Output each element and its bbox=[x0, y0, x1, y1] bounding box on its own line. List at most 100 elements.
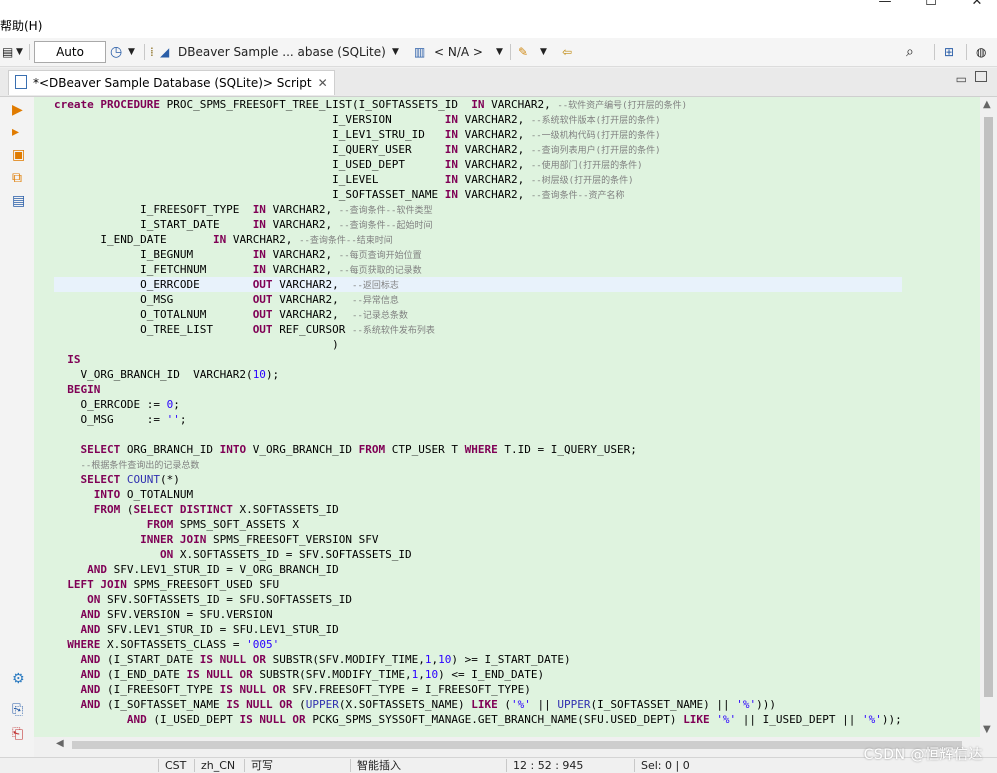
code-token: (I_SOFTASSET_NAME bbox=[107, 698, 227, 711]
pin-icon[interactable]: ⇦ bbox=[562, 43, 572, 61]
code-line[interactable]: I_LEVEL IN VARCHAR2, --树层级(打开层的条件) bbox=[54, 172, 902, 187]
close-window-button[interactable]: ✕ bbox=[962, 0, 992, 14]
code-line[interactable]: I_LEV1_STRU_ID IN VARCHAR2, --一级机构代码(打开层… bbox=[54, 127, 902, 142]
sql-code[interactable]: create PROCEDURE PROC_SPMS_FREESOFT_TREE… bbox=[54, 97, 902, 727]
code-line[interactable]: I_FREESOFT_TYPE IN VARCHAR2, --查询条件--软件类… bbox=[54, 202, 902, 217]
code-line[interactable]: LEFT JOIN SPMS_FREESOFT_USED SFU bbox=[54, 577, 902, 592]
code-line[interactable] bbox=[54, 427, 902, 442]
code-line[interactable]: I_QUERY_USER IN VARCHAR2, --查询列表用户(打开层的条… bbox=[54, 142, 902, 157]
minimize-editor-button[interactable]: ▭ bbox=[956, 72, 967, 86]
code-line[interactable]: O_ERRCODE := 0; bbox=[54, 397, 902, 412]
code-comment: --查询列表用户(打开层的条件) bbox=[530, 146, 661, 156]
code-line[interactable]: V_ORG_BRANCH_ID VARCHAR2(10); bbox=[54, 367, 902, 382]
output-icon[interactable]: ⎗ bbox=[12, 727, 23, 741]
code-line[interactable]: O_TREE_LIST OUT REF_CURSOR --系统软件发布列表 bbox=[54, 322, 902, 337]
code-line[interactable]: FROM SPMS_SOFT_ASSETS X bbox=[54, 517, 902, 532]
code-line[interactable]: ) bbox=[54, 337, 902, 352]
code-line[interactable]: I_FETCHNUM IN VARCHAR2, --每页获取的记录数 bbox=[54, 262, 902, 277]
chevron-down-icon[interactable]: ▼ bbox=[128, 43, 135, 61]
code-token: I_FETCHNUM bbox=[54, 263, 253, 276]
datasource-selector[interactable]: DBeaver Sample ... abase (SQLite) bbox=[178, 43, 386, 61]
status-timezone: CST bbox=[158, 759, 186, 772]
vertical-scrollbar[interactable]: ▲ ▼ bbox=[980, 97, 997, 737]
scroll-down-icon[interactable]: ▼ bbox=[983, 724, 991, 735]
settings-gear-icon[interactable]: ⚙ bbox=[12, 672, 25, 686]
commit-mode-selector[interactable]: Auto bbox=[34, 41, 106, 63]
chevron-down-icon[interactable]: ▼ bbox=[496, 43, 503, 61]
code-token: ( bbox=[126, 503, 134, 516]
maximize-button[interactable]: ☐ bbox=[916, 0, 946, 14]
code-line[interactable]: I_USED_DEPT IN VARCHAR2, --使用部门(打开层的条件) bbox=[54, 157, 902, 172]
database-icon[interactable]: ▤ bbox=[2, 43, 13, 61]
code-token: I_FREESOFT_TYPE bbox=[54, 203, 253, 216]
code-line[interactable]: IS bbox=[54, 352, 902, 367]
code-line[interactable]: O_MSG OUT VARCHAR2, --异常信息 bbox=[54, 292, 902, 307]
code-line[interactable]: I_VERSION IN VARCHAR2, --系统软件版本(打开层的条件) bbox=[54, 112, 902, 127]
code-token: VARCHAR2, bbox=[464, 173, 531, 186]
code-line[interactable]: FROM (SELECT DISTINCT X.SOFTASSETS_ID bbox=[54, 502, 902, 517]
code-token: PROC_SPMS_FREESOFT_TREE_LIST(I_SOFTASSET… bbox=[166, 98, 472, 111]
execute-script-icon[interactable]: ▣ bbox=[12, 148, 25, 162]
code-line[interactable]: ON X.SOFTASSETS_ID = SFV.SOFTASSETS_ID bbox=[54, 547, 902, 562]
code-line[interactable]: SELECT COUNT(*) bbox=[54, 472, 902, 487]
code-line[interactable]: --根据条件查询出的记录总数 bbox=[54, 457, 902, 472]
vertical-scroll-thumb[interactable] bbox=[984, 117, 993, 697]
history-icon[interactable]: ◷ bbox=[110, 43, 122, 61]
toolbar-separator bbox=[510, 44, 511, 60]
code-line[interactable]: AND SFV.LEV1_STUR_ID = SFU.LEV1_STUR_ID bbox=[54, 622, 902, 637]
execute-statement-icon[interactable]: ▶ bbox=[12, 103, 23, 117]
close-tab-icon[interactable]: ✕ bbox=[318, 76, 328, 90]
code-line[interactable]: I_START_DATE IN VARCHAR2, --查询条件--起始时间 bbox=[54, 217, 902, 232]
code-token: V_ORG_BRANCH_ID bbox=[252, 443, 359, 456]
scroll-up-icon[interactable]: ▲ bbox=[983, 99, 991, 110]
code-line[interactable]: O_MSG := ''; bbox=[54, 412, 902, 427]
sql-editor[interactable]: create PROCEDURE PROC_SPMS_FREESOFT_TREE… bbox=[34, 97, 980, 737]
code-line[interactable]: AND (I_SOFTASSET_NAME IS NULL OR (UPPER(… bbox=[54, 697, 902, 712]
code-token: create bbox=[54, 98, 101, 111]
main-toolbar: ▤ ▼ Auto ◷ ▼ ⁞ ◢ DBeaver Sample ... abas… bbox=[0, 38, 997, 67]
code-line[interactable]: create PROCEDURE PROC_SPMS_FREESOFT_TREE… bbox=[54, 97, 902, 112]
minimize-button[interactable]: — bbox=[870, 0, 900, 14]
code-line[interactable]: SELECT ORG_BRANCH_ID INTO V_ORG_BRANCH_I… bbox=[54, 442, 902, 457]
search-icon[interactable]: ⌕ bbox=[906, 43, 914, 61]
execute-script-new-tab-icon[interactable]: ⧉ bbox=[12, 171, 22, 185]
menu-bar: 帮助(H) — ☐ ✕ bbox=[0, 0, 997, 38]
code-line[interactable]: I_END_DATE IN VARCHAR2, --查询条件--结束时间 bbox=[54, 232, 902, 247]
code-token: AND bbox=[80, 608, 107, 621]
code-line[interactable]: INNER JOIN SPMS_FREESOFT_VERSION SFV bbox=[54, 532, 902, 547]
code-line[interactable]: O_ERRCODE OUT VARCHAR2, --返回标志 bbox=[54, 277, 902, 292]
code-token: SFV.LEV1_STUR_ID = V_ORG_BRANCH_ID bbox=[113, 563, 339, 576]
schema-selector[interactable]: < N/A > bbox=[434, 43, 483, 61]
code-line[interactable]: INTO O_TOTALNUM bbox=[54, 487, 902, 502]
dbeaver-perspective-icon[interactable]: ◍ bbox=[976, 43, 986, 61]
code-line[interactable]: O_TOTALNUM OUT VARCHAR2, --记录总条数 bbox=[54, 307, 902, 322]
explain-plan-icon[interactable]: ▤ bbox=[12, 194, 25, 208]
code-line[interactable]: AND (I_USED_DEPT IS NULL OR PCKG_SPMS_SY… bbox=[54, 712, 902, 727]
chevron-down-icon[interactable]: ▼ bbox=[16, 43, 23, 61]
menu-help[interactable]: 帮助(H) bbox=[0, 17, 42, 34]
chevron-down-icon[interactable]: ▼ bbox=[392, 43, 399, 61]
code-line[interactable]: I_SOFTASSET_NAME IN VARCHAR2, --查询条件--资产… bbox=[54, 187, 902, 202]
code-line[interactable]: AND SFV.VERSION = SFU.VERSION bbox=[54, 607, 902, 622]
horizontal-scrollbar[interactable]: ◀ bbox=[54, 737, 980, 753]
maximize-editor-button[interactable] bbox=[975, 71, 987, 82]
code-token: (*) bbox=[159, 473, 180, 486]
horizontal-scroll-thumb[interactable] bbox=[72, 741, 962, 749]
code-token: '%' bbox=[862, 713, 882, 726]
code-line[interactable]: AND (I_START_DATE IS NULL OR SUBSTR(SFV.… bbox=[54, 652, 902, 667]
code-line[interactable]: BEGIN bbox=[54, 382, 902, 397]
code-line[interactable]: ON SFV.SOFTASSETS_ID = SFU.SOFTASSETS_ID bbox=[54, 592, 902, 607]
export-icon[interactable]: ⎘ bbox=[12, 703, 23, 717]
code-line[interactable]: AND SFV.LEV1_STUR_ID = V_ORG_BRANCH_ID bbox=[54, 562, 902, 577]
code-line[interactable]: WHERE X.SOFTASSETS_CLASS = '005' bbox=[54, 637, 902, 652]
code-line[interactable]: I_BEGNUM IN VARCHAR2, --每页查询开始位置 bbox=[54, 247, 902, 262]
code-line[interactable]: AND (I_END_DATE IS NULL OR SUBSTR(SFV.MO… bbox=[54, 667, 902, 682]
tab-script[interactable]: *<DBeaver Sample Database (SQLite)> Scri… bbox=[8, 70, 335, 95]
chevron-down-icon[interactable]: ▼ bbox=[540, 43, 547, 61]
scroll-left-icon[interactable]: ◀ bbox=[56, 738, 64, 749]
code-token: REF_CURSOR bbox=[279, 323, 353, 336]
transaction-icon[interactable]: ✎ bbox=[518, 43, 528, 61]
execute-new-tab-icon[interactable]: ▸ bbox=[12, 125, 19, 139]
perspective-icon[interactable]: ⊞ bbox=[944, 43, 954, 61]
code-line[interactable]: AND (I_FREESOFT_TYPE IS NULL OR SFV.FREE… bbox=[54, 682, 902, 697]
